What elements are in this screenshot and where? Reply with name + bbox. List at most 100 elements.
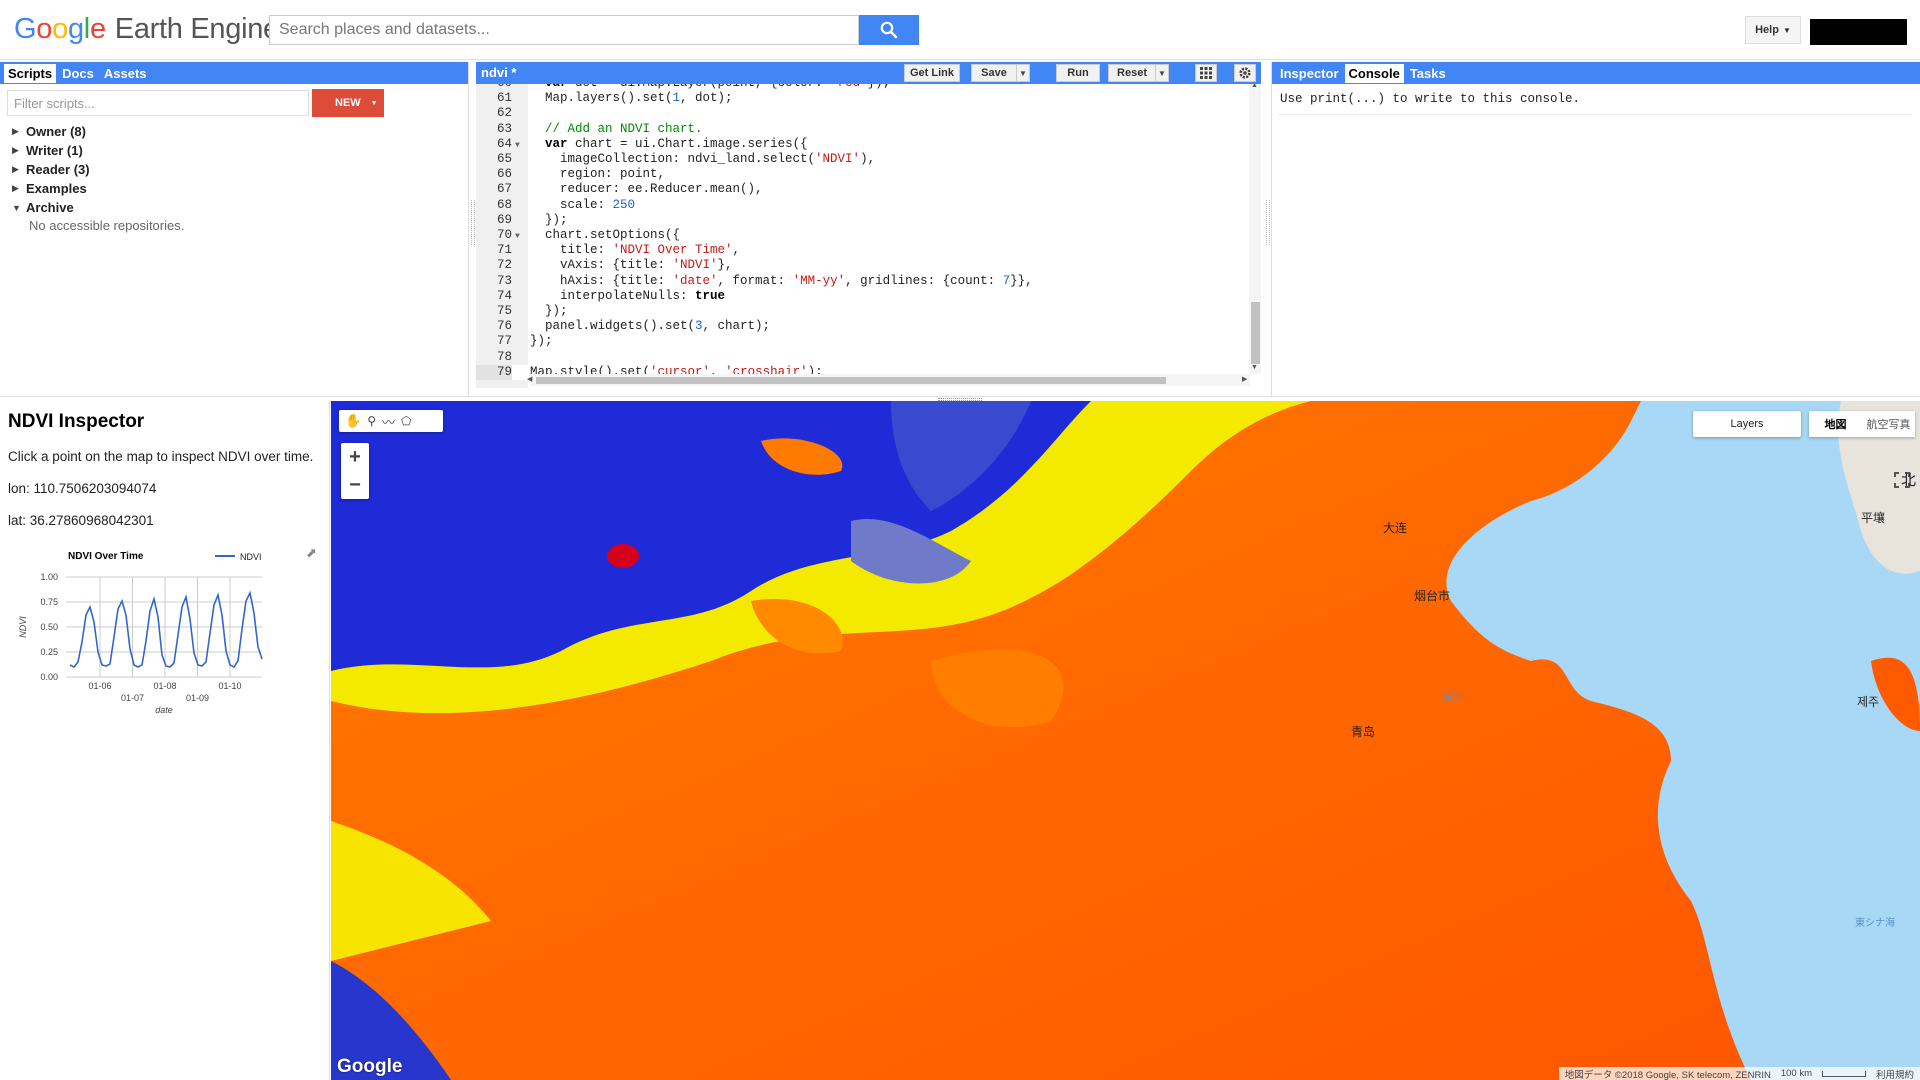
line-icon[interactable]: 〰	[382, 412, 395, 431]
code-line[interactable]: 76 panel.widgets().set(3, chart);	[476, 319, 1246, 334]
reset-button[interactable]: Reset	[1108, 64, 1156, 82]
ndvi-map-layer	[331, 401, 1920, 1080]
top-bar: GoogleEarth Engine Help▼	[0, 0, 1920, 60]
tree-item-reader[interactable]: ▶ Reader (3)	[12, 160, 184, 179]
tree-item-examples[interactable]: ▶ Examples	[12, 179, 184, 198]
zoom-in-button[interactable]: +	[341, 443, 369, 471]
search-input[interactable]	[269, 15, 859, 45]
search-button[interactable]	[859, 15, 919, 45]
save-button[interactable]: Save	[971, 64, 1017, 82]
help-button[interactable]: Help ▼	[1745, 16, 1801, 44]
map-label: 平壤	[1861, 511, 1886, 525]
tab-docs[interactable]: Docs	[58, 64, 98, 83]
account-button[interactable]	[1810, 19, 1907, 45]
polygon-icon[interactable]: ⬠	[401, 414, 411, 428]
right-splitter[interactable]	[1266, 200, 1270, 245]
code-line[interactable]: 78	[476, 350, 1246, 365]
horizontal-scrollbar[interactable]: ◀ ▶	[527, 374, 1250, 386]
line-number: 63	[496, 121, 512, 136]
get-link-button[interactable]: Get Link	[904, 64, 960, 82]
line-number: 72	[496, 258, 512, 273]
code-line[interactable]: 66 region: point,	[476, 167, 1246, 182]
plus-icon: +	[349, 445, 361, 468]
console-message: Use print(...) to write to this console.	[1280, 92, 1581, 106]
marker-icon[interactable]: ⚲	[367, 414, 376, 428]
code-line[interactable]: 74 interpolateNulls: true	[476, 289, 1246, 304]
tree-item-label: Owner (8)	[26, 124, 86, 139]
map-canvas[interactable]: ✋ ⚲ 〰 ⬠ + − Layers 地図 航空写真 大连 烟台市 青岛 黄海 …	[331, 401, 1920, 1080]
terms-link[interactable]: 利用規約	[1876, 1067, 1914, 1080]
map-label: 大连	[1383, 521, 1408, 535]
code-editor[interactable]: 60 var dot = ui.Map.Layer(point, {color:…	[476, 84, 1261, 388]
fold-arrow-icon[interactable]: ▼	[512, 138, 528, 153]
tab-scripts[interactable]: Scripts	[4, 63, 57, 83]
code-text: var dot = ui.Map.Layer(point, {color: 'r…	[530, 84, 890, 91]
expand-arrow-icon: ▶	[12, 126, 19, 136]
attribution-text[interactable]: 地図データ ©2018 Google, SK telecom, ZENRIN	[1565, 1067, 1771, 1080]
vertical-scrollbar[interactable]: ▲ ▼	[1249, 84, 1261, 374]
apps-button[interactable]	[1195, 64, 1217, 82]
code-line[interactable]: 61 Map.layers().set(1, dot);	[476, 91, 1246, 106]
tree-item-archive[interactable]: ▼ Archive	[12, 198, 184, 217]
tree-item-owner[interactable]: ▶ Owner (8)	[12, 122, 184, 141]
code-text: var chart = ui.Chart.image.series({	[545, 136, 808, 151]
tab-tasks[interactable]: Tasks	[1406, 64, 1450, 83]
line-number: 65	[496, 152, 512, 166]
scroll-down-icon[interactable]: ▼	[1251, 364, 1258, 371]
scroll-right-icon[interactable]: ▶	[1242, 375, 1247, 383]
hand-icon[interactable]: ✋	[345, 413, 361, 429]
code-line[interactable]: 70 ▼ chart.setOptions({	[476, 228, 1246, 243]
tab-console[interactable]: Console	[1344, 63, 1404, 83]
horizontal-scroll-thumb[interactable]	[536, 377, 1166, 384]
file-name-tab[interactable]: ndvi *	[481, 65, 516, 80]
inspector-instruction: Click a point on the map to inspect NDVI…	[8, 449, 314, 464]
code-line[interactable]: 75 });	[476, 304, 1246, 319]
code-text: scale: 250	[530, 197, 636, 212]
code-line[interactable]: 64 ▼ var chart = ui.Chart.image.series({	[476, 137, 1246, 152]
layers-button[interactable]: Layers	[1693, 411, 1801, 437]
code-line[interactable]: 67 reducer: ee.Reducer.mean(),	[476, 182, 1246, 197]
filter-scripts-input[interactable]	[7, 90, 309, 116]
code-line[interactable]: 62	[476, 106, 1246, 121]
run-button[interactable]: Run	[1056, 64, 1100, 82]
line-number: 64	[496, 136, 512, 151]
vertical-scroll-thumb[interactable]	[1251, 302, 1260, 364]
scroll-up-icon[interactable]: ▲	[1251, 84, 1258, 89]
gear-icon	[1239, 67, 1251, 79]
code-line[interactable]: 69 });	[476, 213, 1246, 228]
tree-item-writer[interactable]: ▶ Writer (1)	[12, 141, 184, 160]
scroll-left-icon[interactable]: ◀	[527, 375, 532, 383]
line-number: 62	[496, 106, 512, 121]
save-menu-button[interactable]: ▼	[1016, 64, 1030, 82]
code-text: title: 'NDVI Over Time',	[530, 243, 741, 258]
line-number: 71	[496, 243, 512, 258]
new-button[interactable]: NEW ▼	[312, 89, 384, 117]
line-number: 79	[476, 364, 512, 380]
code-line[interactable]: 73 hAxis: {title: 'date', format: 'MM-yy…	[476, 274, 1246, 289]
settings-button[interactable]	[1234, 64, 1256, 82]
new-label: NEW	[335, 97, 361, 109]
code-line[interactable]: 63 // Add an NDVI chart.	[476, 122, 1246, 137]
map-type-satellite[interactable]: 航空写真	[1862, 411, 1915, 437]
tab-inspector[interactable]: Inspector	[1276, 64, 1343, 83]
left-splitter[interactable]	[471, 200, 475, 245]
code-line[interactable]: 60 var dot = ui.Map.Layer(point, {color:…	[476, 84, 1246, 91]
zoom-out-button[interactable]: −	[341, 471, 369, 499]
fold-arrow-icon[interactable]: ▼	[512, 229, 528, 244]
code-line[interactable]: 68 scale: 250	[476, 198, 1246, 213]
code-line[interactable]: 77});	[476, 334, 1246, 349]
open-external-icon[interactable]: ⬈	[306, 546, 317, 561]
y-axis-label: NDVI	[18, 616, 28, 638]
earth-engine-logo[interactable]: Google Earth Engine	[14, 13, 279, 46]
tab-assets[interactable]: Assets	[100, 64, 151, 83]
x-tick-label: 01-10	[218, 681, 241, 691]
code-line[interactable]: 72 vAxis: {title: 'NDVI'},	[476, 258, 1246, 273]
code-line[interactable]: 71 title: 'NDVI Over Time',	[476, 243, 1246, 258]
x-axis-label: date	[155, 705, 173, 715]
reset-menu-button[interactable]: ▼	[1155, 64, 1169, 82]
code-text: hAxis: {title: 'date', format: 'MM-yy', …	[530, 273, 1033, 288]
map-attribution: 地図データ ©2018 Google, SK telecom, ZENRIN 1…	[1558, 1067, 1920, 1080]
map-type-map[interactable]: 地図	[1809, 411, 1862, 437]
code-line[interactable]: 65 imageCollection: ndvi_land.select('ND…	[476, 152, 1246, 167]
map-label: 北	[1901, 471, 1917, 489]
